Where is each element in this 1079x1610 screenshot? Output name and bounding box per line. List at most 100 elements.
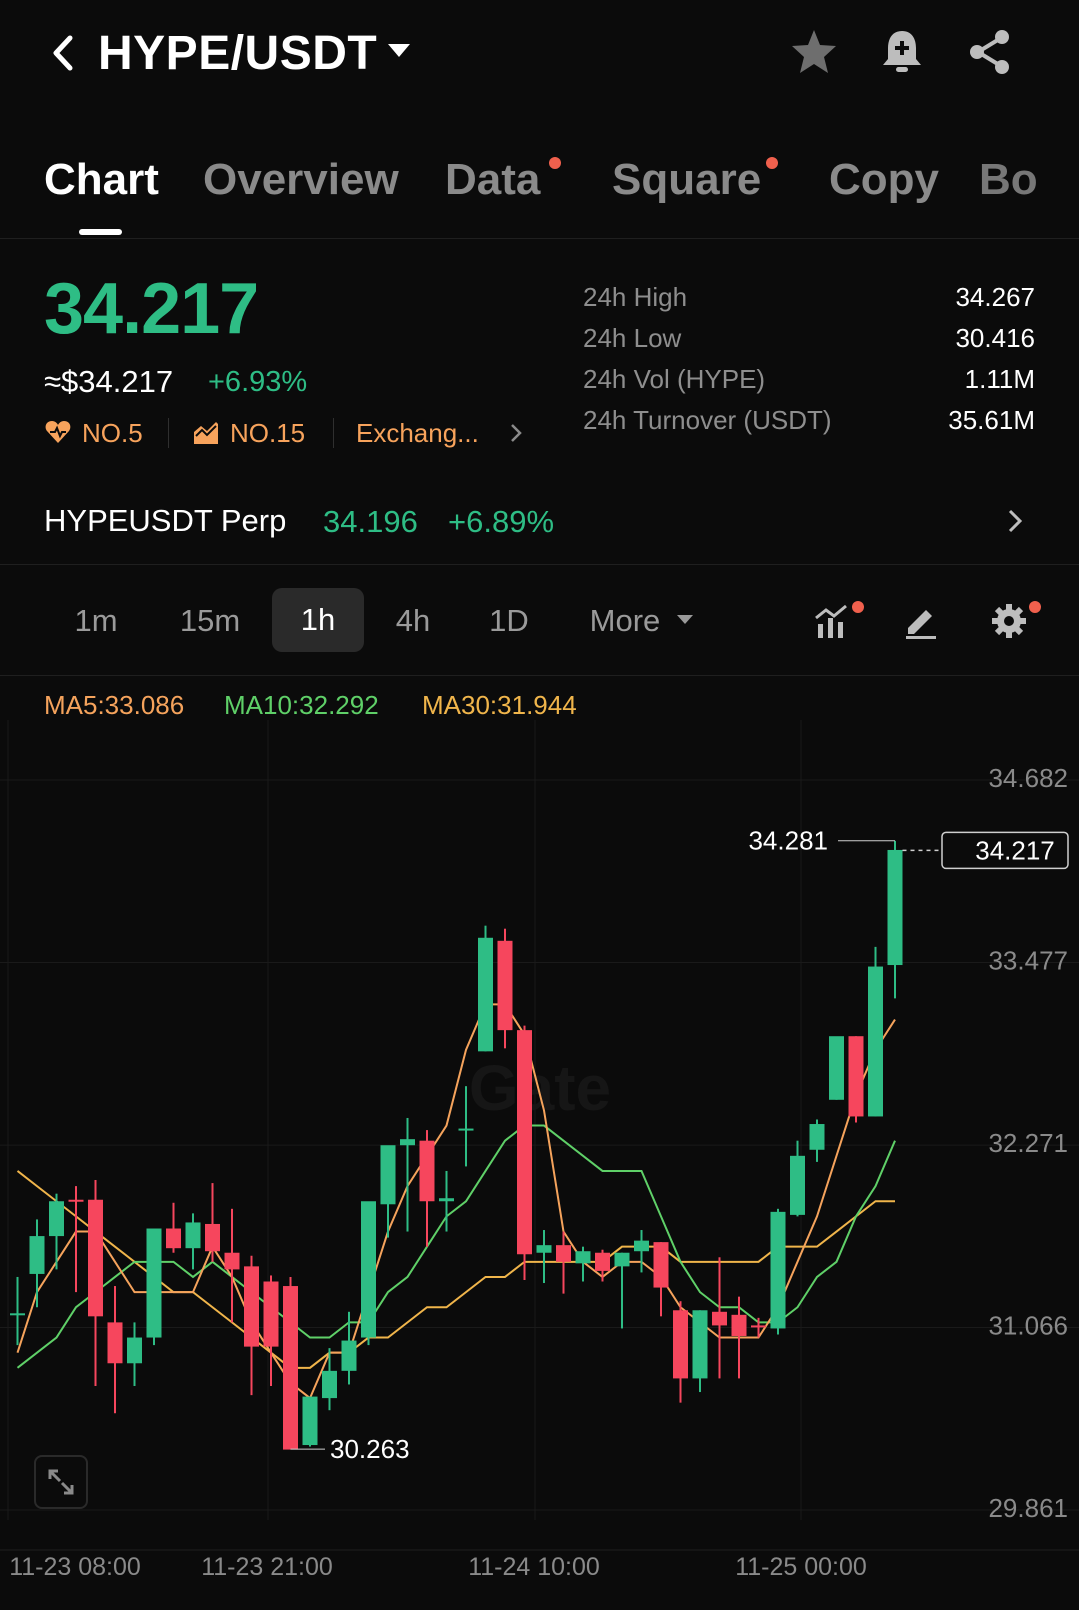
last-price-label: 34.217	[975, 835, 1055, 865]
tab-data[interactable]: Data	[445, 155, 540, 205]
candle-body	[829, 1036, 844, 1100]
interval-15m[interactable]: 15m	[168, 603, 252, 639]
tab-copy[interactable]: Copy	[829, 155, 939, 205]
candle-body	[712, 1311, 727, 1326]
y-tick-label: 33.477	[988, 945, 1068, 975]
divider	[0, 675, 1079, 676]
perp-name: HYPEUSDT Perp	[44, 503, 287, 538]
tab-square-notification-dot	[766, 157, 778, 169]
candle-body	[68, 1199, 84, 1202]
candle-body	[400, 1139, 415, 1146]
header-bar: HYPE/USDT	[0, 0, 1079, 110]
candle-body	[361, 1201, 376, 1338]
interval-4h[interactable]: 4h	[380, 603, 446, 639]
last-price: 34.217	[44, 269, 259, 349]
candle-body	[380, 1145, 396, 1205]
stat-24h-low-label: 24h Low	[583, 323, 682, 353]
watermark-logo: Gate	[469, 1052, 611, 1124]
y-tick-label: 29.861	[988, 1493, 1068, 1523]
indicators-icon[interactable]	[812, 600, 854, 642]
candle-body	[458, 1128, 474, 1131]
interval-1m[interactable]: 1m	[60, 603, 132, 639]
gainer-rank-chart-icon	[194, 422, 218, 444]
ma5-legend: MA5:33.086	[44, 690, 185, 720]
chart-settings-gear-icon[interactable]	[988, 600, 1030, 642]
fullscreen-button[interactable]	[34, 1455, 88, 1509]
candle-body	[166, 1228, 181, 1249]
ma5-line	[16, 1003, 896, 1400]
candle-body	[497, 940, 513, 1031]
candle-body	[478, 937, 493, 1052]
candle-body	[556, 1245, 571, 1262]
candle-body	[185, 1222, 201, 1249]
x-tick-label: 11-24 10:00	[468, 1553, 600, 1581]
tab-chart[interactable]: Chart	[44, 155, 159, 205]
candle-body	[49, 1201, 64, 1237]
candle-body	[751, 1325, 766, 1328]
candle-body	[439, 1198, 454, 1202]
stat-24h-vol-value: 1.11M	[964, 364, 1035, 394]
candle-body	[224, 1252, 240, 1270]
perp-change: +6.89%	[448, 504, 555, 539]
star-favorite-icon[interactable]	[788, 26, 840, 78]
tab-data-notification-dot	[549, 157, 561, 169]
more-dropdown-icon[interactable]	[677, 615, 693, 624]
stat-24h-high-label: 24h High	[583, 282, 688, 312]
x-tick-label: 11-23 21:00	[201, 1553, 333, 1581]
expand-icon	[48, 1469, 74, 1495]
chevron-right-icon[interactable]	[506, 420, 526, 446]
y-tick-label: 32.271	[988, 1128, 1068, 1158]
stat-24h-vol-label: 24h Vol (HYPE)	[583, 364, 766, 394]
interval-1d[interactable]: 1D	[474, 603, 544, 639]
y-tick-label: 34.682	[988, 763, 1068, 793]
candle-body	[887, 849, 903, 966]
candle-body	[10, 1313, 25, 1316]
price-alert-bell-icon[interactable]	[876, 26, 928, 78]
candle-body	[848, 1036, 864, 1117]
tab-bots-partial[interactable]: Bo	[979, 155, 1079, 205]
chevron-right-icon	[1008, 509, 1023, 533]
candle-body	[127, 1337, 142, 1364]
active-tab-indicator	[79, 229, 122, 235]
ma30-legend: MA30:31.944	[422, 690, 577, 720]
tab-overview[interactable]: Overview	[203, 155, 399, 205]
interval-1h[interactable]: 1h	[272, 588, 364, 652]
hot-rank-badge[interactable]: NO.5	[82, 418, 143, 449]
stat-24h-high-value: 34.267	[955, 282, 1035, 312]
candle-body	[419, 1140, 435, 1202]
divider	[0, 564, 1079, 565]
pair-title[interactable]: HYPE/USDT	[98, 26, 377, 81]
candlestick-chart[interactable]: Gate 34.281 30.263 34.217 34.682 33.477 32.2…	[0, 720, 1079, 1610]
stat-24h-low-value: 30.416	[955, 323, 1035, 353]
high-marker-label: 34.281	[748, 826, 828, 856]
stat-24h-turnover-value: 35.61M	[948, 405, 1035, 435]
candle-body	[283, 1286, 298, 1450]
gainer-rank-badge[interactable]: NO.15	[230, 418, 305, 449]
divider	[168, 418, 169, 448]
candle-body	[29, 1236, 45, 1274]
x-tick-label: 11-23 08:00	[9, 1553, 141, 1581]
candle-body	[653, 1242, 669, 1288]
stat-24h-turnover-label: 24h Turnover (USDT)	[583, 405, 832, 435]
interval-more[interactable]: More	[580, 603, 670, 639]
candle-body	[770, 1211, 786, 1329]
share-icon[interactable]	[964, 26, 1016, 78]
candle-body	[146, 1228, 162, 1338]
ma10-legend: MA10:32.292	[224, 690, 379, 720]
perp-contract-row[interactable]: HYPEUSDT Perp 34.196 +6.89%	[0, 480, 1079, 560]
indicators-notification-dot	[852, 601, 864, 613]
candle-body	[517, 1030, 532, 1255]
hot-rank-heart-icon	[45, 421, 71, 443]
back-arrow-icon[interactable]	[44, 28, 84, 78]
perp-price: 34.196	[323, 504, 418, 539]
candle-body	[634, 1240, 649, 1252]
candle-body	[790, 1155, 805, 1215]
tab-square[interactable]: Square	[612, 155, 761, 205]
exchange-info-link[interactable]: Exchang...	[356, 418, 479, 449]
pair-dropdown-icon[interactable]	[388, 44, 410, 57]
draw-pencil-icon[interactable]	[900, 600, 942, 642]
candle-body	[341, 1340, 357, 1371]
divider	[0, 238, 1079, 239]
candle-body	[731, 1314, 747, 1337]
candle-body	[107, 1322, 123, 1364]
